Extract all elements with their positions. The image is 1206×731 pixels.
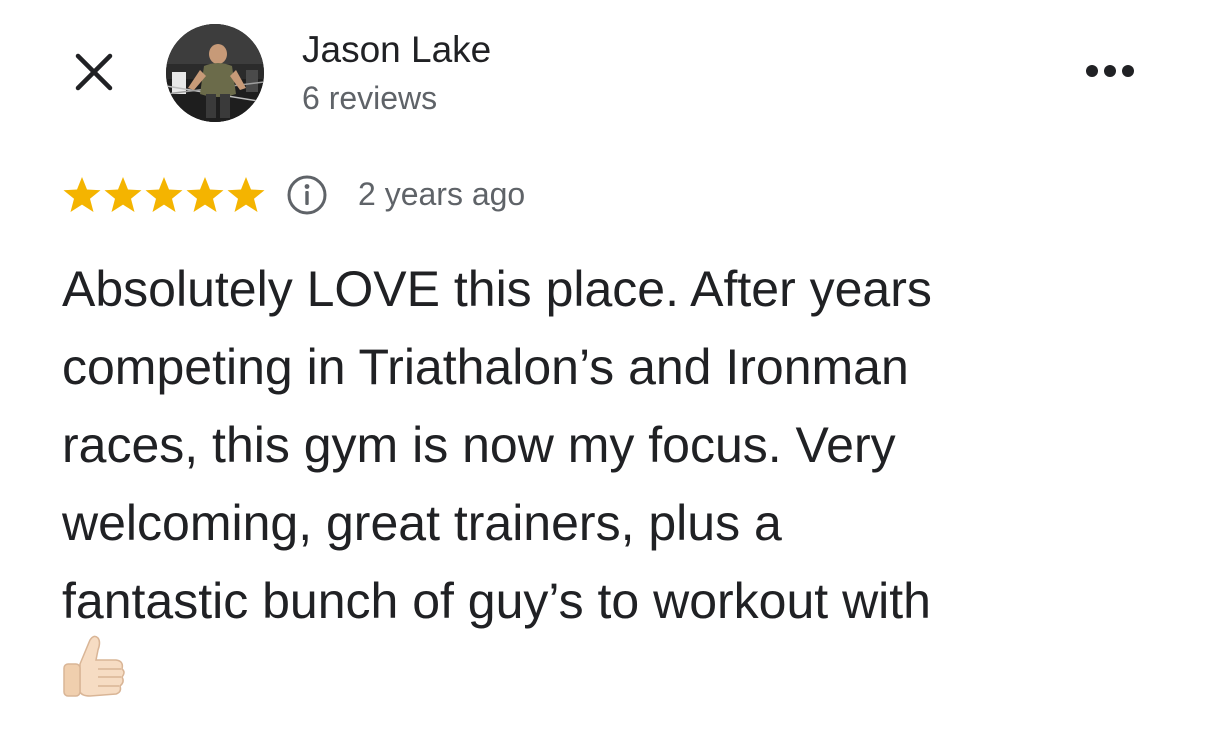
star-rating bbox=[62, 175, 268, 215]
reviewer-name[interactable]: Jason Lake bbox=[302, 28, 491, 72]
review-text-line: races, this gym is now my focus. Very bbox=[62, 417, 896, 473]
more-options-button[interactable] bbox=[1080, 58, 1140, 84]
star-icon bbox=[227, 177, 265, 212]
more-horiz-icon bbox=[1086, 65, 1134, 77]
thumbs-up-emoji-icon bbox=[60, 634, 126, 704]
close-icon bbox=[75, 53, 113, 91]
review-text-line: fantastic bunch of guy’s to workout with bbox=[62, 573, 931, 629]
review-text-line: competing in Triathalon’s and Ironman bbox=[62, 339, 909, 395]
review-info-button[interactable] bbox=[285, 173, 329, 217]
close-button[interactable] bbox=[70, 48, 118, 96]
review-text: Absolutely LOVE this place. After years … bbox=[62, 250, 1182, 640]
star-icon bbox=[63, 177, 101, 212]
star-icon bbox=[186, 177, 224, 212]
review-text-line: Absolutely LOVE this place. After years bbox=[62, 261, 932, 317]
reviewer-avatar[interactable] bbox=[166, 24, 264, 122]
review-text-line: welcoming, great trainers, plus a bbox=[62, 495, 782, 551]
reviewer-review-count[interactable]: 6 reviews bbox=[302, 78, 437, 118]
review-detail-page: Jason Lake 6 reviews 2 years ago Absolut… bbox=[0, 0, 1206, 731]
info-icon bbox=[287, 175, 327, 215]
review-date: 2 years ago bbox=[358, 176, 526, 212]
star-icon bbox=[145, 177, 183, 212]
star-icon bbox=[104, 177, 142, 212]
